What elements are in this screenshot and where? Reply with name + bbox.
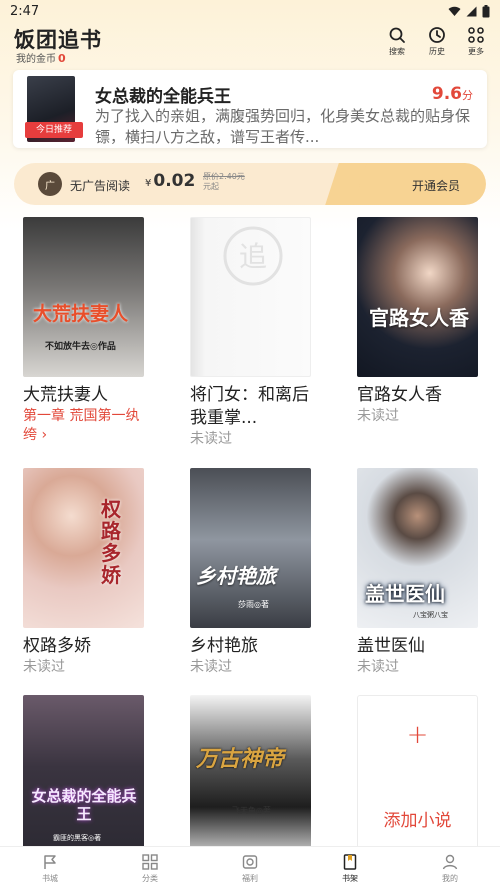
no-ad-icon: 广 — [38, 172, 62, 196]
cover-author: 不如放牛去◎作品 — [45, 342, 116, 352]
app-header: 饭团追书 我的金币 0 搜索 历史 更多 — [0, 22, 500, 68]
coins-label: 我的金币 — [16, 54, 56, 65]
price-original: 原价2.40元 元起 — [203, 172, 245, 192]
add-novel-card[interactable]: + 添加小说 — [357, 695, 478, 855]
cover-title: 乡村艳旅 — [196, 564, 276, 588]
svg-text:追: 追 — [239, 240, 267, 273]
cover-author: 飞天鱼◎著 — [232, 806, 271, 815]
profile-icon — [442, 854, 458, 870]
cover-author: 莎雨◎著 — [238, 600, 269, 609]
featured-recommendation[interactable]: 女总裁的全能兵王 今日推荐 女总裁的全能兵王 9.6分 为了找入的亲姐，满腹强势… — [13, 70, 487, 148]
nav-bookstore[interactable]: 书城 — [0, 847, 100, 888]
book-cover: 权路多娇 — [23, 468, 144, 628]
book-item[interactable]: 官路女人香 官路女人香 未读过 — [357, 217, 478, 426]
featured-score-unit: 分 — [462, 89, 473, 102]
status-bar: 2:47 — [0, 0, 500, 22]
more-button[interactable]: 更多 — [460, 26, 492, 64]
search-button[interactable]: 搜索 — [381, 26, 413, 64]
featured-score: 9.6分 — [432, 84, 473, 104]
battery-icon — [482, 4, 490, 17]
more-icon — [468, 27, 484, 43]
ad-free-price: ¥0.02 — [145, 171, 195, 191]
signal-icon — [466, 6, 477, 16]
featured-score-value: 9.6 — [431, 84, 462, 104]
nav-welfare-label: 福利 — [242, 874, 258, 883]
featured-book-description: 为了找入的亲姐，满腹强势回归，化身美女总裁的贴身保镖，横扫八方之敌，谱写王者传.… — [95, 107, 471, 146]
nav-profile-label: 我的 — [442, 874, 458, 883]
book-cover: 乡村艳旅 莎雨◎著 — [190, 468, 311, 628]
book-cover: 女总裁的全能兵王 霸匪的黑客◎著 — [23, 695, 144, 855]
book-title: 官路女人香 — [357, 385, 442, 405]
original-price: 原价2.40元 — [203, 172, 245, 181]
welfare-icon — [242, 855, 258, 869]
more-label: 更多 — [468, 47, 484, 56]
price-amount: 0.02 — [153, 171, 196, 191]
search-icon — [389, 27, 405, 43]
coins-info[interactable]: 我的金币 0 — [16, 50, 66, 65]
wifi-icon — [448, 6, 461, 16]
book-status: 未读过 — [190, 659, 232, 675]
book-cover: 官路女人香 — [357, 217, 478, 377]
book-item[interactable]: 追 将门女：和离后我重掌... 未读过 — [190, 217, 311, 449]
open-membership-button[interactable]: 开通会员 — [412, 177, 460, 194]
history-button[interactable]: 历史 — [421, 26, 453, 64]
cover-title: 盖世医仙 — [365, 582, 445, 606]
history-label: 历史 — [429, 47, 445, 56]
cover-title: 大荒扶妻人 — [33, 303, 129, 325]
book-cover: 万古神帝 飞天鱼◎著 — [190, 695, 311, 855]
book-title: 盖世医仙 — [357, 636, 425, 656]
bookshelf-icon — [343, 854, 357, 870]
book-item[interactable]: 乡村艳旅 莎雨◎著 乡村艳旅 未读过 — [190, 468, 311, 677]
search-label: 搜索 — [389, 47, 405, 56]
price-currency: ¥ — [145, 178, 152, 189]
book-cover: 盖世医仙 八宝粥八宝 — [357, 468, 478, 628]
book-title: 将门女：和离后我重掌... — [190, 385, 309, 428]
cover-author: 霸匪的黑客◎著 — [53, 834, 102, 842]
book-item[interactable]: 盖世医仙 八宝粥八宝 盖世医仙 未读过 — [357, 468, 478, 677]
book-item[interactable]: 万古神帝 飞天鱼◎著 — [190, 695, 311, 855]
bookstore-icon — [44, 855, 56, 869]
status-time: 2:47 — [10, 3, 40, 19]
ad-free-label: 无广告阅读 — [70, 179, 131, 193]
book-cover: 大荒扶妻人 不如放牛去◎作品 — [23, 217, 144, 377]
nav-bookshelf-label: 书架 — [342, 874, 358, 883]
nav-welfare[interactable]: 福利 — [200, 847, 300, 888]
ad-free-banner[interactable]: 广 无广告阅读 ¥0.02 原价2.40元 元起 开通会员 — [14, 163, 486, 205]
book-item[interactable]: 大荒扶妻人 不如放牛去◎作品 大荒扶妻人 第一章 荒国第一纨绔 › — [23, 217, 144, 445]
nav-profile[interactable]: 我的 — [400, 847, 500, 888]
placeholder-logo-icon: 追 — [223, 226, 283, 286]
nav-category-label: 分类 — [142, 874, 158, 883]
book-item[interactable]: 女总裁的全能兵王 霸匪的黑客◎著 — [23, 695, 144, 855]
cover-title: 官路女人香 — [369, 306, 469, 330]
nav-bookshelf[interactable]: 书架 — [300, 847, 400, 888]
category-icon — [142, 854, 158, 870]
cover-title: 万古神帝 — [196, 747, 285, 772]
book-item[interactable]: 权路多娇 权路多娇 未读过 — [23, 468, 144, 677]
book-status: 未读过 — [357, 408, 399, 424]
nav-bookstore-label: 书城 — [42, 874, 58, 883]
book-status: 未读过 — [357, 659, 399, 675]
book-status: 未读过 — [190, 431, 232, 447]
cover-author: 八宝粥八宝 — [413, 611, 448, 619]
book-title: 大荒扶妻人 — [23, 385, 108, 405]
book-status: 第一章 荒国第一纨绔 › — [23, 408, 140, 443]
nav-category[interactable]: 分类 — [100, 847, 200, 888]
plus-icon: + — [406, 720, 429, 750]
book-title: 权路多娇 — [23, 636, 91, 656]
add-novel-label: 添加小说 — [383, 811, 452, 831]
book-cover-placeholder: 追 — [190, 217, 311, 377]
status-icons — [448, 4, 490, 18]
cover-title: 权路多娇 — [101, 497, 121, 587]
book-title: 乡村艳旅 — [190, 636, 258, 656]
price-unit: 元起 — [203, 182, 219, 191]
history-icon — [429, 27, 445, 43]
featured-book-title: 女总裁的全能兵王 — [95, 87, 231, 107]
coins-value: 0 — [58, 52, 66, 65]
cover-title: 女总裁的全能兵王 — [31, 787, 137, 823]
book-status: 未读过 — [23, 659, 65, 675]
today-recommend-badge: 今日推荐 — [25, 122, 83, 138]
bottom-navigation: 书城 分类 福利 书架 我的 — [0, 846, 500, 888]
